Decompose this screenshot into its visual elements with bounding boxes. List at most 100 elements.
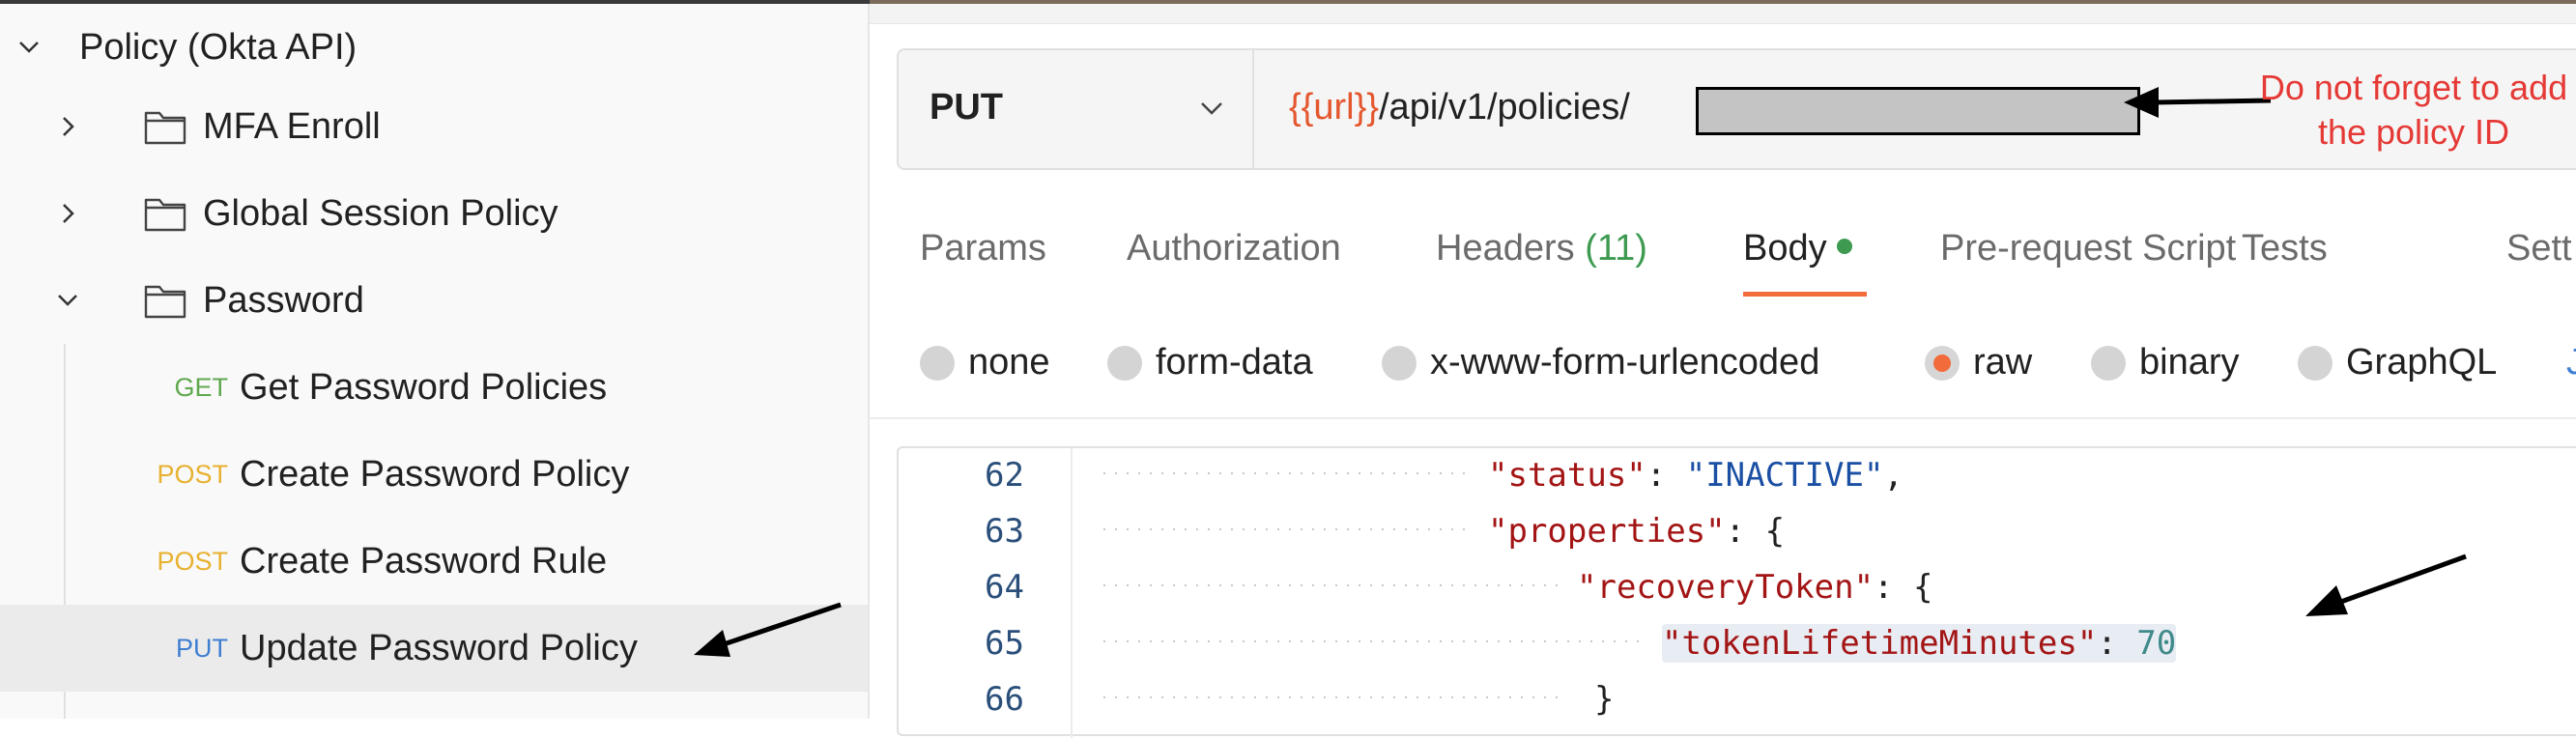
tab-pre-request-script[interactable]: Pre-request Script	[1940, 228, 2236, 270]
json-key: "tokenLifetimeMinutes"	[1662, 624, 2098, 663]
indent-dots	[1103, 640, 1645, 642]
request-get-password-policies[interactable]: GET Get Password Policies	[0, 344, 868, 431]
url-path: /api/v1/policies/	[1379, 87, 1630, 128]
tab-body[interactable]: Body	[1743, 228, 1852, 270]
collection-label: Policy (Okta API)	[79, 26, 358, 68]
json-sep: :	[1874, 568, 1913, 607]
tab-headers-label: Headers	[1436, 228, 1575, 269]
json-punct: {	[1913, 568, 1933, 607]
folder-label: Password	[203, 279, 364, 321]
folder-label: Global Session Policy	[203, 192, 558, 234]
request-editor: PUT {{url}}/api/v1/policies/ Do not forg…	[870, 4, 2576, 738]
indent-dots	[1103, 696, 1558, 698]
json-key: "properties"	[1488, 512, 1726, 551]
code-text: "recoveryToken": {	[1577, 568, 1932, 607]
line-number: 65	[985, 624, 1024, 663]
code-text: "properties": {	[1488, 512, 1785, 551]
line-number: 64	[985, 568, 1024, 607]
code-line: 62 "status": "INACTIVE",	[899, 448, 2576, 504]
request-label: Get Password Policies	[240, 366, 608, 408]
code-line: 66 }	[899, 672, 2576, 728]
radio-circle	[2298, 345, 2333, 381]
request-create-password-policy[interactable]: POST Create Password Policy	[0, 431, 868, 518]
folder-label: MFA Enroll	[203, 105, 381, 147]
json-string: "INACTIVE"	[1685, 456, 1884, 495]
tab-authorization[interactable]: Authorization	[1127, 228, 1341, 270]
annotation-arrow-icon	[694, 602, 842, 657]
radio-label: none	[968, 342, 1050, 383]
tab-tests[interactable]: Tests	[2242, 228, 2328, 270]
indent-dots	[1103, 584, 1558, 586]
method-badge: GET	[174, 372, 228, 402]
json-punct: }	[1594, 680, 1615, 719]
folder-password[interactable]: Password	[0, 257, 868, 344]
json-sep: :	[1646, 456, 1686, 495]
url-variable: {{url}}	[1289, 87, 1379, 128]
method-select[interactable]: PUT	[899, 50, 1254, 168]
headers-count: (11)	[1585, 228, 1647, 269]
radio-x-www-form-urlencoded[interactable]: x-www-form-urlencoded	[1382, 342, 1819, 383]
chevron-down-icon[interactable]	[10, 28, 48, 67]
code-line: 65 "tokenLifetimeMinutes": 70	[899, 616, 2576, 672]
radio-label: raw	[1973, 342, 2033, 383]
method-badge: PUT	[176, 633, 228, 663]
request-label: Create Password Policy	[240, 453, 630, 495]
json-key: "status"	[1488, 456, 1646, 495]
annotation-text: Do not forget to add the policy ID	[2230, 66, 2576, 155]
radio-circle	[2091, 345, 2126, 381]
chevron-down-icon[interactable]	[48, 281, 87, 320]
request-label: Create Password Rule	[240, 540, 608, 582]
annotation-line-1: Do not forget to add	[2259, 68, 2568, 107]
radio-label: binary	[2139, 342, 2240, 383]
tab-settings[interactable]: Sett	[2506, 228, 2572, 270]
radio-none[interactable]: none	[920, 342, 1050, 383]
tab-body-label: Body	[1743, 228, 1827, 269]
radio-graphql[interactable]: GraphQL	[2298, 342, 2497, 383]
url-input[interactable]: {{url}}/api/v1/policies/	[1289, 87, 1630, 128]
folder-icon	[143, 107, 187, 146]
annotation-arrow-icon	[2305, 554, 2467, 616]
body-format-dropdown[interactable]: J	[2566, 342, 2576, 383]
json-sep: :	[2097, 624, 2137, 663]
collection-policy-okta-api[interactable]: Policy (Okta API)	[0, 4, 868, 91]
json-key: "recoveryToken"	[1577, 568, 1875, 607]
radio-circle	[1107, 345, 1142, 381]
line-number: 66	[985, 680, 1024, 719]
radio-label: form-data	[1156, 342, 1313, 383]
code-text-highlighted: "tokenLifetimeMinutes": 70	[1662, 624, 2177, 663]
method-badge: POST	[157, 546, 228, 576]
json-sep: :	[1725, 512, 1765, 551]
chevron-right-icon[interactable]	[48, 107, 87, 146]
radio-binary[interactable]: binary	[2091, 342, 2240, 383]
chevron-down-icon	[1201, 102, 1222, 115]
active-tab-indicator	[1743, 292, 1867, 297]
radio-label: GraphQL	[2346, 342, 2498, 383]
tab-params[interactable]: Params	[920, 228, 1046, 270]
radio-circle	[1382, 345, 1417, 381]
collections-sidebar: Policy (Okta API) MFA Enroll Global Sess…	[0, 4, 870, 719]
main-top-strip	[870, 4, 2576, 24]
body-modified-dot	[1836, 238, 1852, 254]
json-number: 70	[2136, 624, 2177, 663]
section-divider	[870, 417, 2576, 419]
chevron-right-icon[interactable]	[48, 194, 87, 233]
code-text: }	[1594, 680, 1614, 719]
indent-dots	[1103, 472, 1471, 474]
radio-raw[interactable]: raw	[1925, 342, 2032, 383]
folder-global-session-policy[interactable]: Global Session Policy	[0, 170, 868, 257]
folder-mfa-enroll[interactable]: MFA Enroll	[0, 83, 868, 170]
radio-circle	[920, 345, 955, 381]
request-label: Update Password Policy	[240, 627, 638, 668]
radio-form-data[interactable]: form-data	[1107, 342, 1313, 383]
folder-icon	[143, 281, 187, 320]
radio-label: x-www-form-urlencoded	[1430, 342, 1820, 383]
radio-circle-selected	[1925, 345, 1960, 381]
request-create-password-rule[interactable]: POST Create Password Rule	[0, 518, 868, 605]
folder-icon	[143, 194, 187, 233]
code-text: "status": "INACTIVE",	[1488, 456, 1903, 495]
annotation-line-2: the policy ID	[2317, 112, 2510, 152]
tab-headers[interactable]: Headers (11)	[1436, 228, 1647, 270]
redacted-policy-id	[1696, 87, 2140, 135]
line-number: 62	[985, 456, 1024, 495]
method-badge: POST	[157, 459, 228, 489]
